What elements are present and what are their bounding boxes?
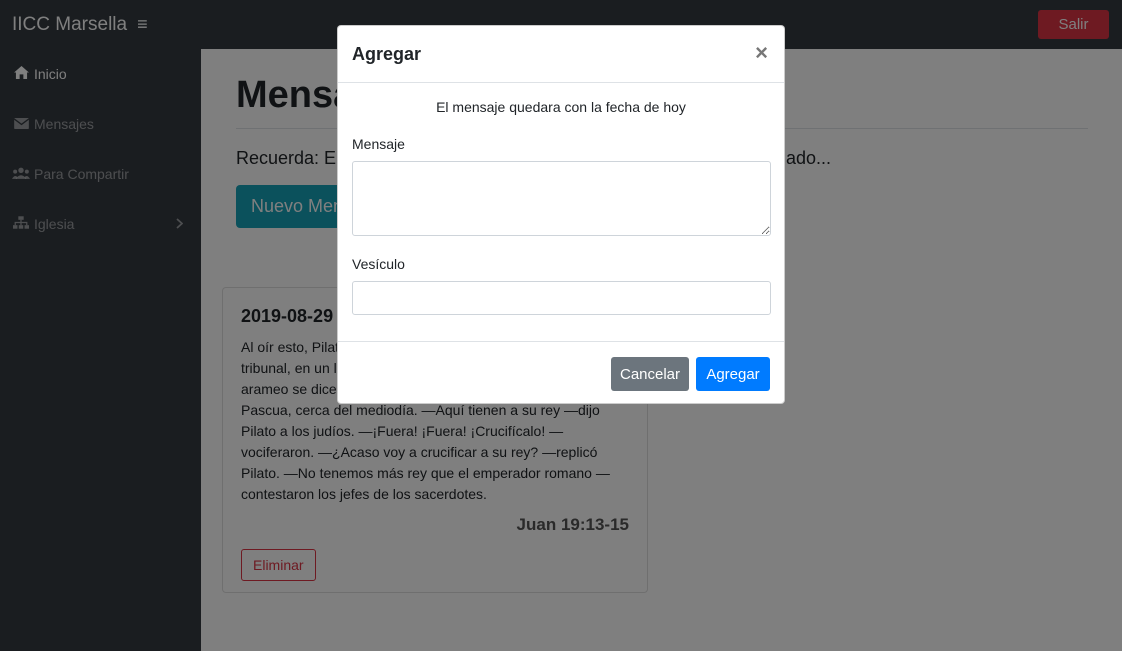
modal-title: Agregar	[352, 43, 422, 64]
modal-body: El mensaje quedara con la fecha de hoy M…	[338, 83, 784, 315]
close-icon[interactable]: ×	[755, 40, 768, 66]
cancel-button[interactable]: Cancelar	[611, 357, 689, 391]
message-textarea[interactable]	[352, 161, 771, 236]
modal-header: Agregar ×	[338, 26, 784, 83]
add-button[interactable]: Agregar	[696, 357, 770, 391]
verse-label: Vesículo	[352, 256, 405, 272]
verse-input[interactable]	[352, 281, 771, 315]
add-message-modal: Agregar × El mensaje quedara con la fech…	[337, 25, 785, 404]
date-note: El mensaje quedara con la fecha de hoy	[436, 99, 686, 115]
modal-footer: Cancelar Agregar	[338, 341, 784, 404]
message-label: Mensaje	[352, 136, 405, 152]
